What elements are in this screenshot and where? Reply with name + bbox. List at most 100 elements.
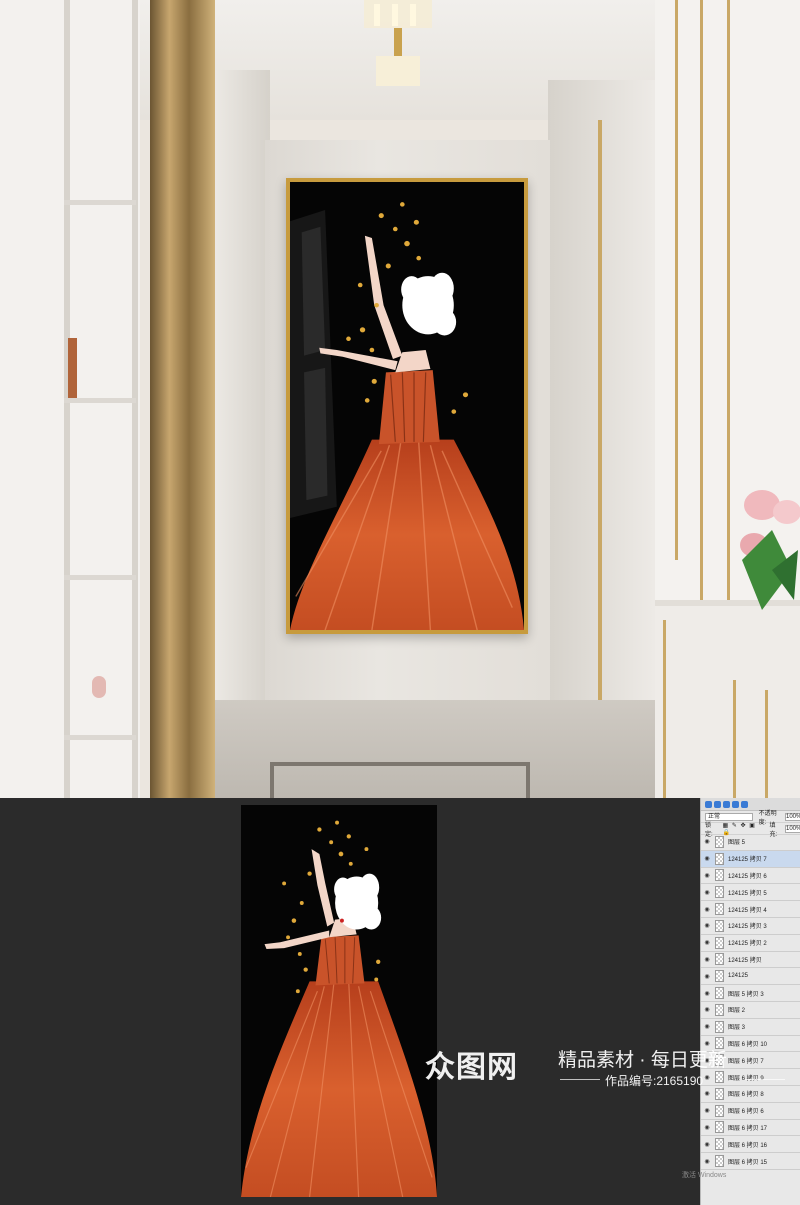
layer-name: 124125 拷贝 6 xyxy=(728,873,767,880)
visibility-eye-icon[interactable]: ◉ xyxy=(701,956,713,963)
layer-name: 124125 拷贝 5 xyxy=(728,890,767,897)
shelf xyxy=(64,735,136,740)
watermark-rule xyxy=(560,1079,600,1080)
layer-row[interactable]: ◉ 124125 拷贝 2 xyxy=(701,935,800,952)
filter-shape-icon[interactable] xyxy=(732,800,739,808)
rose-bouquet xyxy=(740,490,800,610)
chandelier xyxy=(364,0,432,86)
visibility-eye-icon[interactable]: ◉ xyxy=(701,1141,713,1148)
layer-name: 124125 拷贝 4 xyxy=(728,907,767,914)
layers-filter-toolbar[interactable] xyxy=(701,798,800,811)
watermark-sub: 作品编号:2165190 xyxy=(605,1074,704,1088)
filter-type-icon[interactable] xyxy=(723,800,730,808)
layer-row[interactable]: ◉ 图层 5 xyxy=(701,834,800,851)
opacity-value[interactable]: 100% xyxy=(785,812,800,821)
visibility-eye-icon[interactable]: ◉ xyxy=(701,855,713,862)
layers-panel[interactable]: 正常 不透明度: 100% 锁定: ▦ ✎ ✥ ▣ 🔒 填充: 100% ◉ 图层… xyxy=(700,798,800,1205)
door-gold-trim xyxy=(598,120,602,700)
layer-name: 124125 xyxy=(728,973,749,980)
visibility-eye-icon[interactable]: ◉ xyxy=(701,939,713,946)
layer-thumbnail xyxy=(715,1121,724,1134)
decor-figurine xyxy=(92,676,106,698)
layer-name: 124125 拷贝 3 xyxy=(728,924,767,931)
artwork-preview xyxy=(241,805,437,1197)
layer-thumbnail xyxy=(715,1003,724,1016)
gold-trim xyxy=(765,690,768,798)
visibility-eye-icon[interactable]: ◉ xyxy=(701,1006,713,1013)
watermark-logo: 众图网 xyxy=(425,1051,518,1084)
ballerina-painting xyxy=(241,805,437,1197)
layer-name: 图层 6 拷贝 17 xyxy=(728,1125,768,1132)
gold-trim xyxy=(663,620,666,798)
layer-thumbnail xyxy=(715,970,724,983)
watermark: 众图网 精品素材 · 每日更新 作品编号:2165190 xyxy=(425,1030,800,1105)
layer-row[interactable]: ◉ 图层 2 xyxy=(701,1002,800,1019)
layer-thumbnail xyxy=(715,869,724,882)
filter-adjustment-icon[interactable] xyxy=(714,800,721,808)
layer-row[interactable]: ◉ 124125 拷贝 4 xyxy=(701,901,800,918)
visibility-eye-icon[interactable]: ◉ xyxy=(701,838,713,845)
layer-row[interactable]: ◉ 图层 6 拷贝 6 xyxy=(701,1103,800,1120)
layer-thumbnail xyxy=(715,852,724,865)
activate-windows-notice: 激活 Windows xyxy=(682,1172,727,1179)
layer-row[interactable]: ◉ 图层 6 拷贝 15 xyxy=(701,1153,800,1170)
layer-row[interactable]: ◉ 124125 拷贝 3 xyxy=(701,918,800,935)
layer-thumbnail xyxy=(715,1104,724,1117)
layer-thumbnail xyxy=(715,886,724,899)
layer-row[interactable]: ◉ 124125 拷贝 7 xyxy=(701,850,800,868)
artwork-canvas xyxy=(290,182,524,630)
layer-row[interactable]: ◉ 124125 xyxy=(701,968,800,986)
shelving-unit xyxy=(0,0,140,798)
visibility-eye-icon[interactable]: ◉ xyxy=(701,872,713,879)
visibility-eye-icon[interactable]: ◉ xyxy=(701,922,713,929)
shelf xyxy=(64,200,136,205)
layers-list[interactable]: ◉ 图层 5 ◉ 124125 拷贝 7 ◉ 124125 拷贝 6 ◉ 124125 拷贝 … xyxy=(701,834,800,1170)
layer-row[interactable]: ◉ 图层 6 拷贝 16 xyxy=(701,1136,800,1154)
visibility-eye-icon[interactable]: ◉ xyxy=(701,1158,713,1165)
layer-name: 124125 拷贝 xyxy=(728,957,762,964)
gold-trim xyxy=(733,680,736,798)
gold-trim xyxy=(727,0,730,600)
decor-vase xyxy=(68,338,77,398)
gold-trim xyxy=(700,0,703,600)
shelf xyxy=(64,398,136,403)
layer-thumbnail xyxy=(715,903,724,916)
layer-name: 图层 5 拷贝 3 xyxy=(728,991,764,998)
layer-thumbnail xyxy=(715,1155,724,1168)
layer-thumbnail xyxy=(715,1138,724,1151)
gold-trim xyxy=(675,0,678,560)
fill-value[interactable]: 100% xyxy=(784,824,800,833)
layer-thumbnail xyxy=(715,936,724,949)
floor-inlay xyxy=(270,762,530,798)
visibility-eye-icon[interactable]: ◉ xyxy=(701,889,713,896)
shelf xyxy=(64,575,136,580)
layer-thumbnail xyxy=(715,919,724,932)
corridor-right-wall xyxy=(548,80,658,770)
layer-thumbnail xyxy=(715,987,724,1000)
visibility-eye-icon[interactable]: ◉ xyxy=(701,906,713,913)
filter-pixel-icon[interactable] xyxy=(705,800,712,808)
layer-row[interactable]: ◉ 124125 拷贝 5 xyxy=(701,884,800,902)
gold-glass-door xyxy=(150,0,215,798)
visibility-eye-icon[interactable]: ◉ xyxy=(701,1124,713,1131)
layer-name: 图层 6 拷贝 6 xyxy=(728,1109,764,1116)
layer-name: 图层 6 拷贝 15 xyxy=(728,1159,768,1166)
layer-row[interactable]: ◉ 图层 5 拷贝 3 xyxy=(701,985,800,1002)
visibility-eye-icon[interactable]: ◉ xyxy=(701,990,713,997)
cabinet xyxy=(655,600,800,798)
visibility-eye-icon[interactable]: ◉ xyxy=(701,973,713,980)
framed-artwork xyxy=(286,178,528,634)
layer-name: 图层 2 xyxy=(728,1008,746,1015)
layer-row[interactable]: ◉ 124125 拷贝 xyxy=(701,952,800,969)
room-mockup-scene xyxy=(0,0,800,798)
visibility-eye-icon[interactable]: ◉ xyxy=(701,1107,713,1114)
layer-name: 图层 5 xyxy=(728,840,746,847)
layer-thumbnail xyxy=(715,953,724,966)
ballerina-painting xyxy=(290,182,524,630)
layer-thumbnail xyxy=(715,835,724,848)
layer-row[interactable]: ◉ 124125 拷贝 6 xyxy=(701,868,800,885)
layer-row[interactable]: ◉ 图层 6 拷贝 17 xyxy=(701,1120,800,1137)
right-wall-panel xyxy=(655,0,800,798)
filter-smart-object-icon[interactable] xyxy=(741,800,748,808)
corridor-left-wall xyxy=(215,70,270,770)
